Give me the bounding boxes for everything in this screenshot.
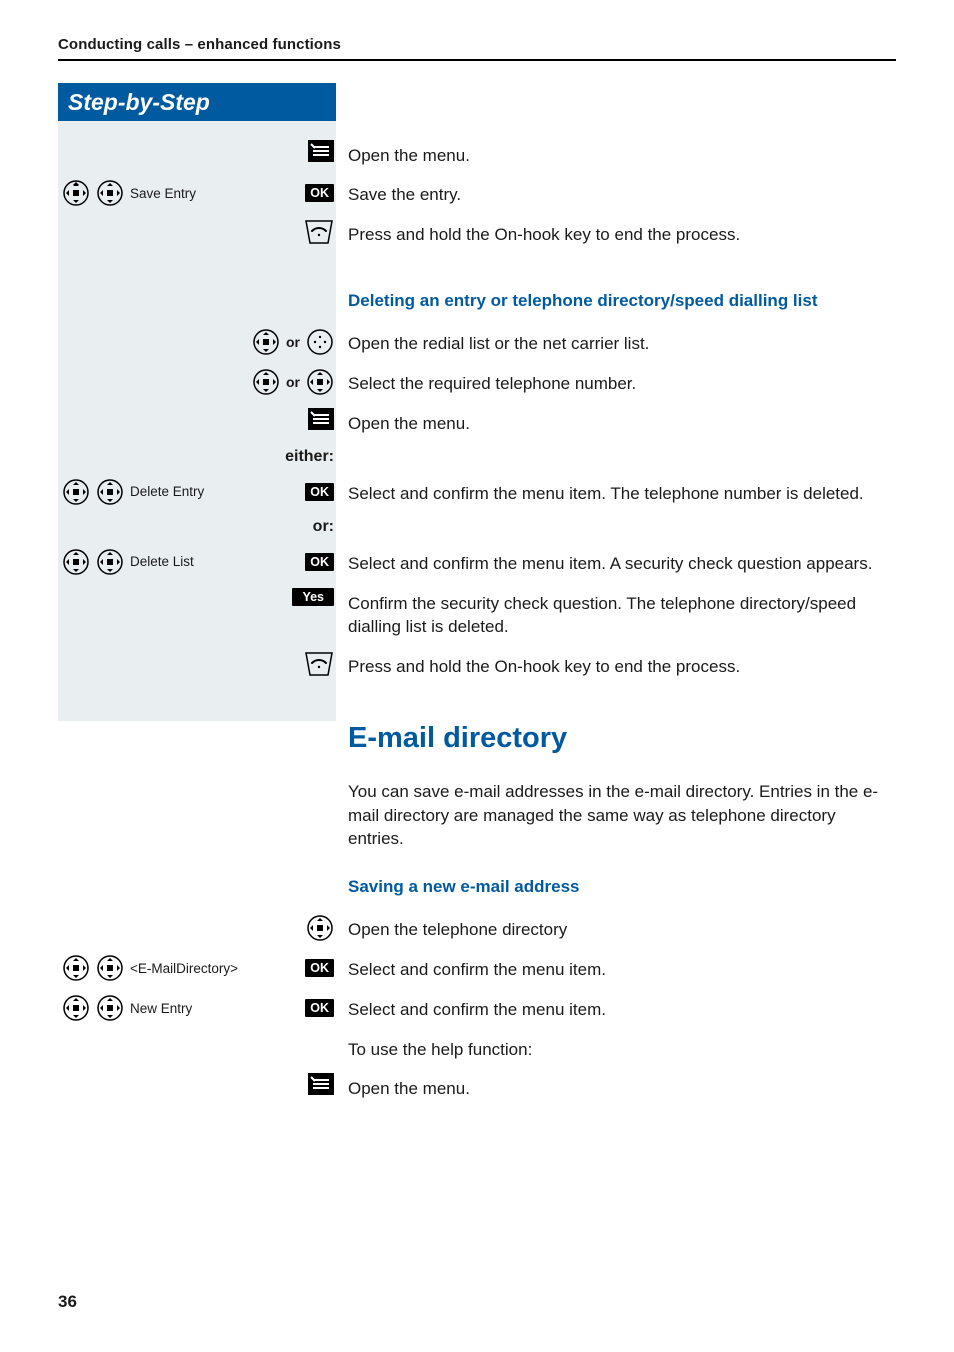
either-label: either: <box>285 448 334 466</box>
nav-key-icon <box>96 548 124 576</box>
paragraph-text: You can save e-mail addresses in the e-m… <box>348 776 896 850</box>
nav-key-icon <box>62 548 90 576</box>
section-heading: Saving a new e-mail address <box>348 875 896 898</box>
header-rule <box>58 59 896 61</box>
onhook-key-icon <box>304 219 334 245</box>
ok-badge: OK <box>305 959 334 977</box>
step-text: Open the telephone directory <box>348 914 896 941</box>
onhook-key-icon <box>304 651 334 677</box>
step-text: Save the entry. <box>348 179 896 206</box>
nav-key-icon <box>62 954 90 982</box>
action-label: New Entry <box>130 1001 192 1016</box>
ok-badge: OK <box>305 483 334 501</box>
section-heading: E-mail directory <box>348 718 896 758</box>
action-label: <E-MailDirectory> <box>130 961 238 976</box>
yes-badge: Yes <box>292 588 334 606</box>
step-text: To use the help function: <box>348 1034 896 1061</box>
nav-key-icon <box>62 994 90 1022</box>
ok-badge: OK <box>305 184 334 202</box>
step-text: Select and confirm the menu item. <box>348 994 896 1021</box>
nav-key-icon <box>62 478 90 506</box>
step-text: Select and confirm the menu item. <box>348 954 896 981</box>
nav-key-icon <box>306 368 334 396</box>
step-text: Open the menu. <box>348 408 896 435</box>
action-label: Delete Entry <box>130 484 204 499</box>
or-label: or <box>286 374 300 390</box>
step-text: Open the redial list or the net carrier … <box>348 328 896 355</box>
action-label: Delete List <box>130 554 194 569</box>
or-label: or <box>286 334 300 350</box>
menu-icon <box>308 140 334 162</box>
step-text: Press and hold the On-hook key to end th… <box>348 219 896 246</box>
menu-icon <box>308 408 334 430</box>
or-label: or: <box>313 518 334 536</box>
page-header: Conducting calls – enhanced functions <box>58 36 896 53</box>
nav-key-icon <box>62 179 90 207</box>
ok-badge: OK <box>305 553 334 571</box>
nav-key-icon <box>96 954 124 982</box>
nav-key-icon <box>96 994 124 1022</box>
step-text: Select and confirm the menu item. A secu… <box>348 548 896 575</box>
step-text: Select the required telephone number. <box>348 368 896 395</box>
menu-icon <box>308 1073 334 1095</box>
nav-key-icon <box>306 914 334 942</box>
redial-key-icon <box>306 328 334 356</box>
nav-key-icon <box>252 328 280 356</box>
step-text: Select and confirm the menu item. The te… <box>348 478 896 505</box>
step-text: Press and hold the On-hook key to end th… <box>348 651 896 678</box>
action-label: Save Entry <box>130 186 196 201</box>
page-number: 36 <box>58 1292 77 1312</box>
step-text: Open the menu. <box>348 1073 896 1100</box>
step-text: Open the menu. <box>348 140 896 167</box>
nav-key-icon <box>96 179 124 207</box>
nav-key-icon <box>252 368 280 396</box>
section-heading: Deleting an entry or telephone directory… <box>348 289 896 312</box>
ok-badge: OK <box>305 999 334 1017</box>
nav-key-icon <box>96 478 124 506</box>
step-text: Confirm the security check question. The… <box>348 588 896 639</box>
